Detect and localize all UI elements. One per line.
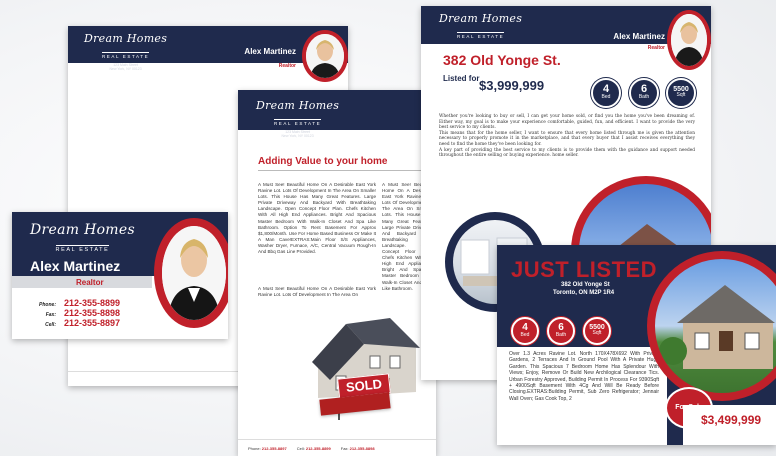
letter-heading: Adding Value to your home xyxy=(258,156,388,167)
flyer-logo: Dream Homes REAL ESTATE xyxy=(439,12,522,43)
flyer-body: Whether you're looking to buy or sell, I… xyxy=(439,114,695,159)
footer-fax: Fax: 212-355-8898 xyxy=(340,445,375,451)
agent-title: Realtor xyxy=(278,63,296,69)
beds-badge: 4 Bed xyxy=(591,78,621,108)
logo-subtext: REAL ESTATE xyxy=(273,119,322,126)
logo-text: Dream Homes xyxy=(84,32,168,45)
card-agent-name: Alex Martinez xyxy=(30,258,121,274)
postcard-price: $3,499,999 xyxy=(701,413,762,427)
letterhead-logo: Dream Homes REAL ESTATE 123 Main Street … xyxy=(84,32,167,71)
logo-text: Dream Homes xyxy=(439,12,523,25)
postcard-sqft-badge: 5500 Sqft xyxy=(583,317,611,345)
cell-label: Cell: xyxy=(45,322,56,328)
letter-footer: Phone: 212-355-8897 Cell: 212-355-8899 F… xyxy=(238,439,436,456)
logo-subtext: REAL ESTATE xyxy=(101,52,150,59)
logo-address: 123 Main Street New York, NY 00123 xyxy=(109,63,142,71)
fax-number: 212-355-8898 xyxy=(64,308,121,318)
logo-text: Dream Homes xyxy=(256,99,340,112)
flyer-address: 382 Old Yonge St. xyxy=(443,52,561,68)
flyer-agent-name: Alex Martinez xyxy=(613,32,665,41)
letter-logo: Dream Homes REAL ESTATE 123 Main Street … xyxy=(256,99,339,138)
card-agent-photo xyxy=(162,226,226,320)
postcard-headline: JUST LISTED xyxy=(511,257,658,282)
baths-count: 6 xyxy=(640,83,648,95)
logo-subtext: REAL ESTATE xyxy=(456,32,505,39)
business-card: Dream Homes REAL ESTATE Alex Martinez Re… xyxy=(12,212,228,339)
postcard-body: Over 1.3 Acres Ravine Lot. North 170X478… xyxy=(509,351,659,402)
agent-photo xyxy=(306,34,344,78)
flyer-agent-title: Realtor xyxy=(647,45,665,51)
contact-values: 212-355-8899 212-355-8898 212-355-8897 xyxy=(64,298,120,328)
postcard-baths-badge: 6 Bath xyxy=(547,317,575,345)
letter-col1b: A Must See! Beautiful Home On A Desirabl… xyxy=(258,286,376,298)
card-agent-title: Realtor xyxy=(76,278,104,287)
beds-label: Bed xyxy=(520,332,530,338)
flyer-agent-photo xyxy=(671,14,707,66)
footer-phone: Phone: 212-355-8897 xyxy=(248,445,287,451)
agent-portrait-icon xyxy=(671,14,707,66)
agent-portrait-icon xyxy=(306,34,344,78)
sold-sign-text: SOLD xyxy=(345,376,383,395)
sqft-label: Sqft xyxy=(676,92,686,98)
footer-cell: Cell: 212-355-8899 xyxy=(296,445,331,451)
agent-name: Alex Martinez xyxy=(244,47,296,56)
agent-portrait-icon xyxy=(162,226,226,320)
logo-address: 123 Main Street New York, NY 00123 xyxy=(281,130,314,138)
fax-label: Fax: xyxy=(45,312,56,318)
postcard-beds-badge: 4 Bed xyxy=(511,317,539,345)
letter-sheet: Dream Homes REAL ESTATE 123 Main Street … xyxy=(238,90,436,456)
baths-count: 6 xyxy=(558,322,564,333)
listed-for-label: Listed for xyxy=(443,74,480,83)
contact-labels: Phone: Fax: Cell: xyxy=(26,300,56,330)
just-listed-postcard: JUST LISTED 382 Old Yonge St Toronto, ON… xyxy=(497,245,776,445)
phone-number: 212-355-8899 xyxy=(64,298,121,308)
letter-header: Dream Homes REAL ESTATE 123 Main Street … xyxy=(238,90,436,138)
letter-col1: A Must See! Beautiful Home On A Desirabl… xyxy=(258,182,376,255)
postcard-address-2: Toronto, ON M2P 1R4 xyxy=(553,290,615,296)
beds-count: 4 xyxy=(602,83,610,95)
logo-subtext: REAL ESTATE xyxy=(55,245,110,253)
sqft-badge: 5500 Sqft xyxy=(666,78,696,108)
baths-badge: 6 Bath xyxy=(629,78,659,108)
beds-count: 4 xyxy=(522,322,528,333)
card-logo: Dream Homes REAL ESTATE xyxy=(30,222,135,256)
phone-label: Phone: xyxy=(39,302,56,308)
baths-label: Bath xyxy=(638,94,650,100)
cell-number: 212-355-8897 xyxy=(64,318,121,328)
beds-label: Bed xyxy=(601,94,611,100)
baths-label: Bath xyxy=(555,332,567,338)
flyer-price: $3,999,999 xyxy=(479,78,545,93)
heading-divider xyxy=(258,170,436,171)
postcard-address-1: 382 Old Yonge St xyxy=(561,282,610,288)
logo-text: Dream Homes xyxy=(30,222,135,238)
